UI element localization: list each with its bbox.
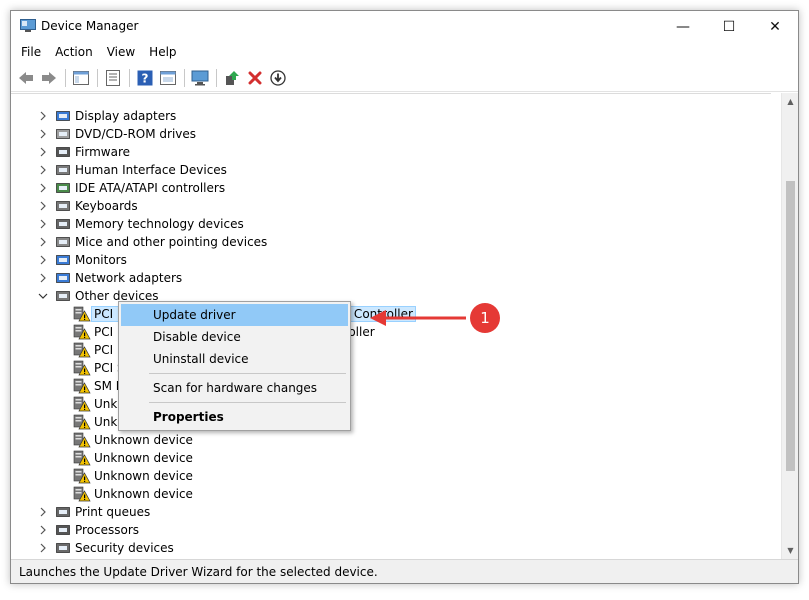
annotation-overlay: 1 [370,303,500,333]
annotation-number: 1 [480,309,490,327]
annotation-arrow-head [370,310,386,326]
